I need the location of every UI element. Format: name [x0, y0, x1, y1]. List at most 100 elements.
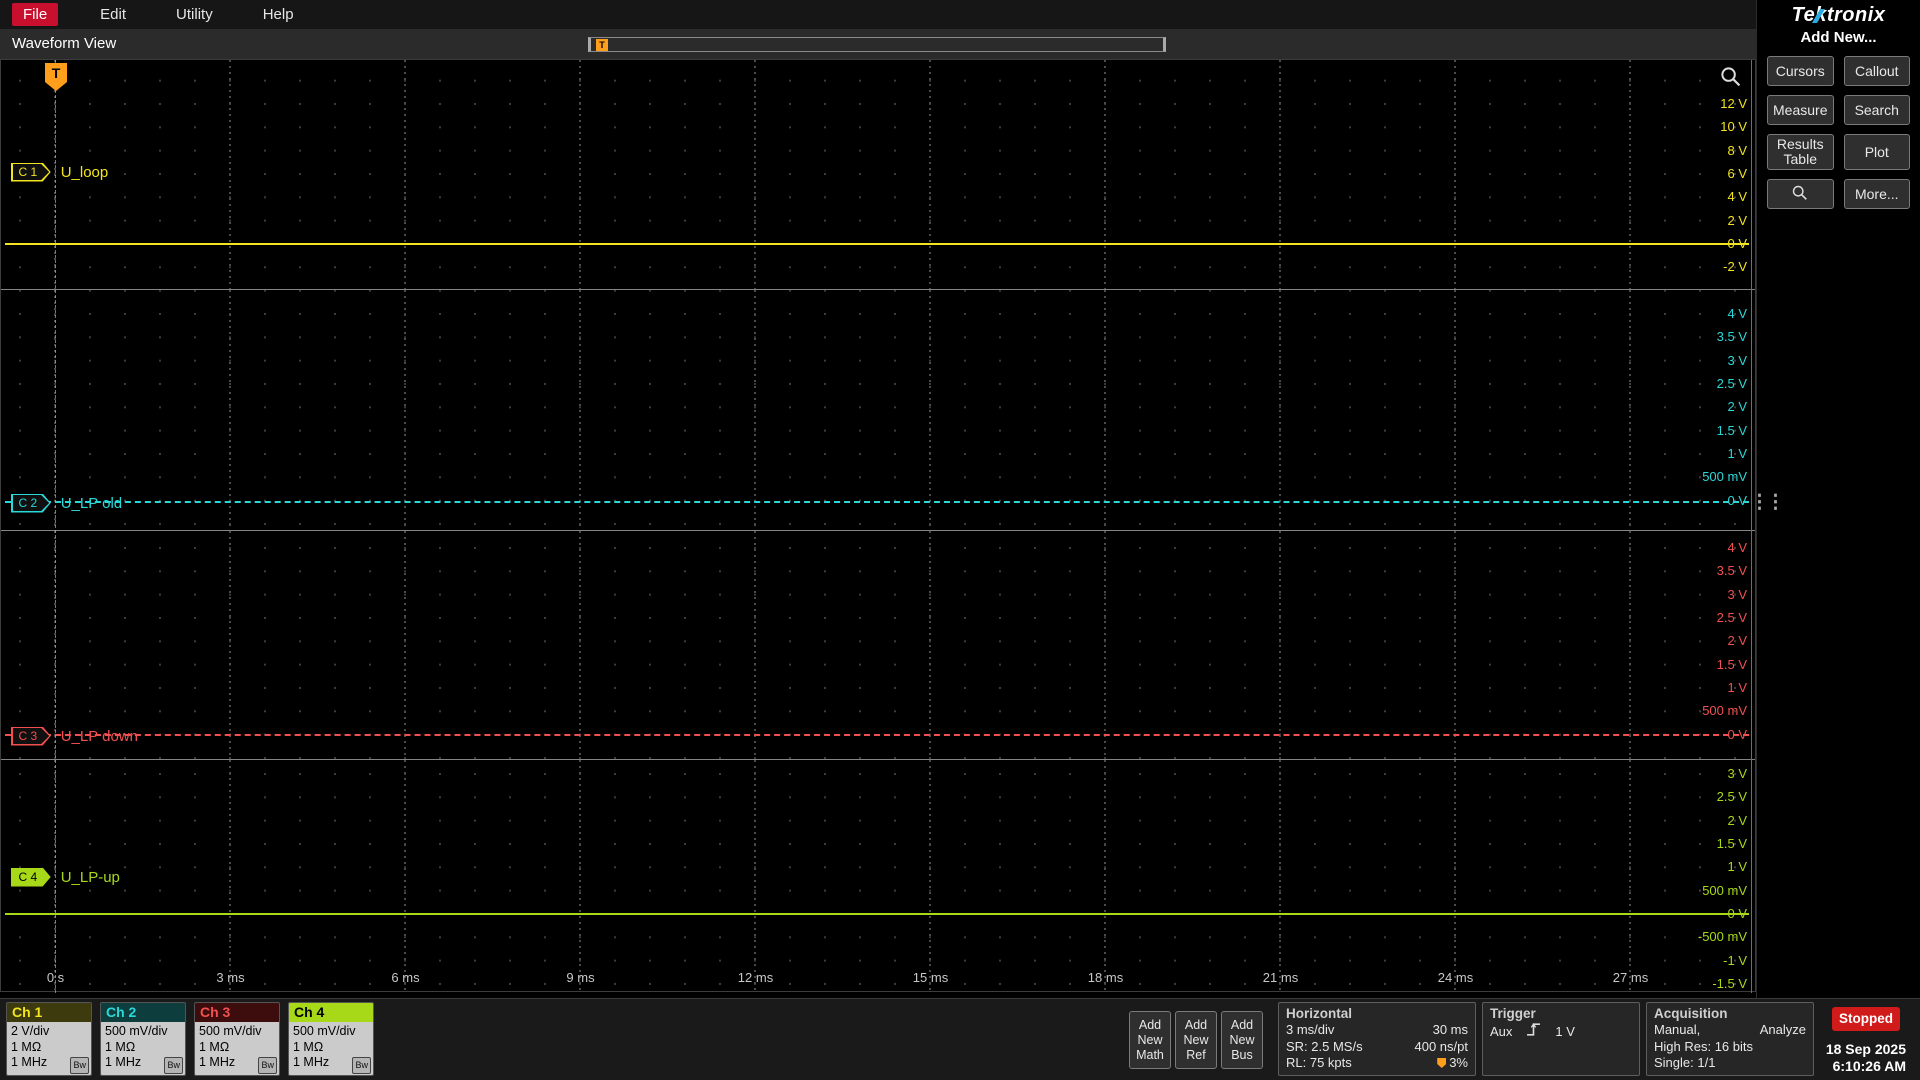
callout-button[interactable]: Callout: [1843, 56, 1910, 86]
horizontal-scale: 3 ms/div: [1286, 1022, 1335, 1037]
resolution: 400 ns/pt: [1414, 1038, 1469, 1054]
ch3-scale: 500 mV/div: [199, 1024, 262, 1038]
channel-3-pane[interactable]: C 3 U_LP down 4 V 3.5 V 3 V 2.5 V 2 V 1.5 V 1 …: [1, 531, 1755, 760]
run-stop-status-button[interactable]: Stopped: [1832, 1007, 1900, 1031]
acquisition-panel[interactable]: Acquisition Manual, Analyze High Res: 16…: [1646, 1002, 1814, 1076]
measure-button[interactable]: Measure: [1767, 95, 1834, 125]
ch1-badge-body: 2 V/div 1 MΩ 1 MHz Bw: [7, 1022, 91, 1075]
add-new-ref-button[interactable]: Add New Ref: [1175, 1011, 1217, 1069]
acquisition-analyze: Analyze: [1759, 1022, 1806, 1037]
more-button[interactable]: More...: [1843, 179, 1910, 209]
y-tick-label: 4 V: [1727, 540, 1747, 555]
menu-item[interactable]: Help: [255, 3, 302, 26]
ch4-badge-title: Ch 4: [289, 1003, 373, 1022]
magnifier-icon: [1791, 184, 1809, 205]
brand-logo: Tektronix: [1757, 4, 1920, 27]
y-tick-label: 0 V: [1727, 905, 1747, 921]
bandwidth-limit-icon[interactable]: Bw: [164, 1056, 183, 1074]
ch4-scale: 500 mV/div: [293, 1024, 356, 1038]
trigger-panel[interactable]: Trigger Aux 1 V: [1482, 1002, 1640, 1076]
menu-item[interactable]: File: [12, 3, 59, 26]
ch3-tag[interactable]: C 3: [11, 727, 51, 746]
y-tick-label: 3 V: [1727, 586, 1747, 602]
ch2-settings-badge[interactable]: Ch 2 500 mV/div 1 MΩ 1 MHz Bw: [100, 1002, 186, 1076]
y-tick-label: 1 V: [1727, 859, 1747, 875]
trigger-source: Aux: [1490, 1024, 1513, 1039]
add-new-heading: Add New...: [1800, 29, 1877, 46]
ch1-badge-title: Ch 1: [7, 1003, 91, 1022]
horizontal-position-value: 3%: [1449, 1055, 1468, 1070]
brand-text: Tektronix: [1791, 4, 1886, 26]
y-tick-label: 500 mV: [1702, 882, 1747, 898]
y-tick-label: 3.5 V: [1716, 329, 1747, 345]
view-tab-bar: Waveform View T: [0, 29, 1756, 59]
x-tick-label: 0 s: [46, 970, 65, 985]
x-tick-label: 6 ms: [391, 970, 420, 985]
y-tick-label: 2.5 V: [1716, 375, 1747, 391]
ch2-impedance: 1 MΩ: [105, 1039, 136, 1054]
ch1-tag[interactable]: C 1: [11, 163, 51, 182]
y-tick-label: 0 V: [1727, 235, 1747, 251]
ch1-impedance: 1 MΩ: [11, 1039, 42, 1054]
acquisition-mode: Manual,: [1654, 1022, 1701, 1037]
y-tick-label: 2 V: [1727, 399, 1747, 415]
horizontal-title: Horizontal: [1286, 1006, 1352, 1021]
y-tick-label: -2 V: [1723, 259, 1747, 275]
y-tick-label: 500 mV: [1702, 469, 1747, 485]
acquisition-detail: High Res: 16 bits: [1654, 1038, 1753, 1054]
horizontal-duration: 30 ms: [1432, 1022, 1468, 1037]
date-time: 18 Sep 2025 6:10:26 AM: [1826, 1041, 1906, 1075]
ch1-waveform-trace: [5, 243, 1749, 245]
ch3-waveform-trace: [5, 734, 1749, 736]
x-tick-label: 15 ms: [912, 970, 949, 985]
y-tick-label: 4 V: [1727, 189, 1747, 205]
ch4-tag[interactable]: C 4: [11, 868, 51, 887]
x-tick-label: 18 ms: [1087, 970, 1124, 985]
ch4-scale-ticks: 3 V 2.5 V2 V 1.5 V1 V 500 mV 0 V -500 mV -1 V-…: [1657, 762, 1747, 995]
x-tick-label: 12 ms: [737, 970, 774, 985]
ch3-settings-badge[interactable]: Ch 3 500 mV/div 1 MΩ 1 MHz Bw: [194, 1002, 280, 1076]
y-tick-label: 1 V: [1727, 679, 1747, 695]
waveform-view[interactable]: C 1 U_loop 12 V 10 V 8 V 6 V 4 V 2 V 0 V -2 V C…: [0, 59, 1756, 993]
ch2-waveform-label: U_LP old: [60, 494, 123, 512]
bandwidth-limit-icon[interactable]: Bw: [70, 1056, 89, 1074]
ch2-tag[interactable]: C 2: [11, 494, 51, 513]
overview-trigger-marker[interactable]: T: [596, 39, 608, 51]
ch1-scale: 2 V/div: [11, 1024, 50, 1038]
search-button[interactable]: Search: [1843, 95, 1910, 125]
ch4-waveform-trace: [5, 913, 1749, 915]
trigger-position-icon: [1437, 1058, 1447, 1068]
ch1-settings-badge[interactable]: Ch 1 2 V/div 1 MΩ 1 MHz Bw: [6, 1002, 92, 1076]
ch3-waveform-label: U_LP down: [60, 727, 138, 745]
y-tick-label: 1 V: [1727, 445, 1747, 461]
ch4-settings-badge[interactable]: Ch 4 500 mV/div 1 MΩ 1 MHz Bw: [288, 1002, 374, 1076]
results-table-button[interactable]: Results Table: [1767, 134, 1834, 170]
channel-1-pane[interactable]: C 1 U_loop 12 V 10 V 8 V 6 V 4 V 2 V 0 V -2 V: [1, 60, 1755, 290]
ch2-badge-title: Ch 2: [101, 1003, 185, 1022]
y-tick-label: 3 V: [1727, 766, 1747, 781]
ch3-badge-title: Ch 3: [195, 1003, 279, 1022]
rising-edge-icon: [1526, 1022, 1541, 1042]
add-new-math-button[interactable]: Add New Math: [1129, 1011, 1171, 1069]
channel-4-pane[interactable]: C 4 U_LP-up 3 V 2.5 V 2 V 1.5 V 1 V 500 mV 0 V…: [1, 760, 1755, 993]
bandwidth-limit-icon[interactable]: Bw: [258, 1056, 277, 1074]
menu-item[interactable]: Edit: [92, 3, 134, 26]
ch3-scale-ticks: 4 V 3.5 V 3 V 2.5 V 2 V 1.5 V 1 V 500 mV 0 V: [1657, 536, 1747, 746]
acquisition-single: Single: 1/1: [1654, 1055, 1716, 1070]
y-tick-label: 1.5 V: [1716, 656, 1747, 672]
panel-splitter-grip[interactable]: ⋮⋮: [1750, 493, 1785, 528]
channel-2-pane[interactable]: C 2 U_LP old 4 V 3.5 V 3 V 2.5 V 2 V 1.5 V 1 V…: [1, 290, 1755, 531]
zoom-button[interactable]: [1767, 179, 1834, 209]
horizontal-panel[interactable]: Horizontal 3 ms/div 30 ms SR: 2.5 MS/s 4…: [1278, 1002, 1476, 1076]
bandwidth-limit-icon[interactable]: Bw: [352, 1056, 371, 1074]
horizontal-overview-bar[interactable]: T: [588, 37, 1166, 52]
ch4-waveform-label: U_LP-up: [60, 868, 120, 886]
cursors-button[interactable]: Cursors: [1767, 56, 1834, 86]
zoom-overlay-icon[interactable]: [1719, 65, 1743, 94]
add-new-bus-button[interactable]: Add New Bus: [1221, 1011, 1263, 1069]
y-tick-label: 1.5 V: [1716, 835, 1747, 851]
record-length: RL: 75 kpts: [1286, 1055, 1352, 1070]
plot-button[interactable]: Plot: [1843, 134, 1910, 170]
menu-item[interactable]: Utility: [168, 3, 221, 26]
ch3-badge-body: 500 mV/div 1 MΩ 1 MHz Bw: [195, 1022, 279, 1075]
